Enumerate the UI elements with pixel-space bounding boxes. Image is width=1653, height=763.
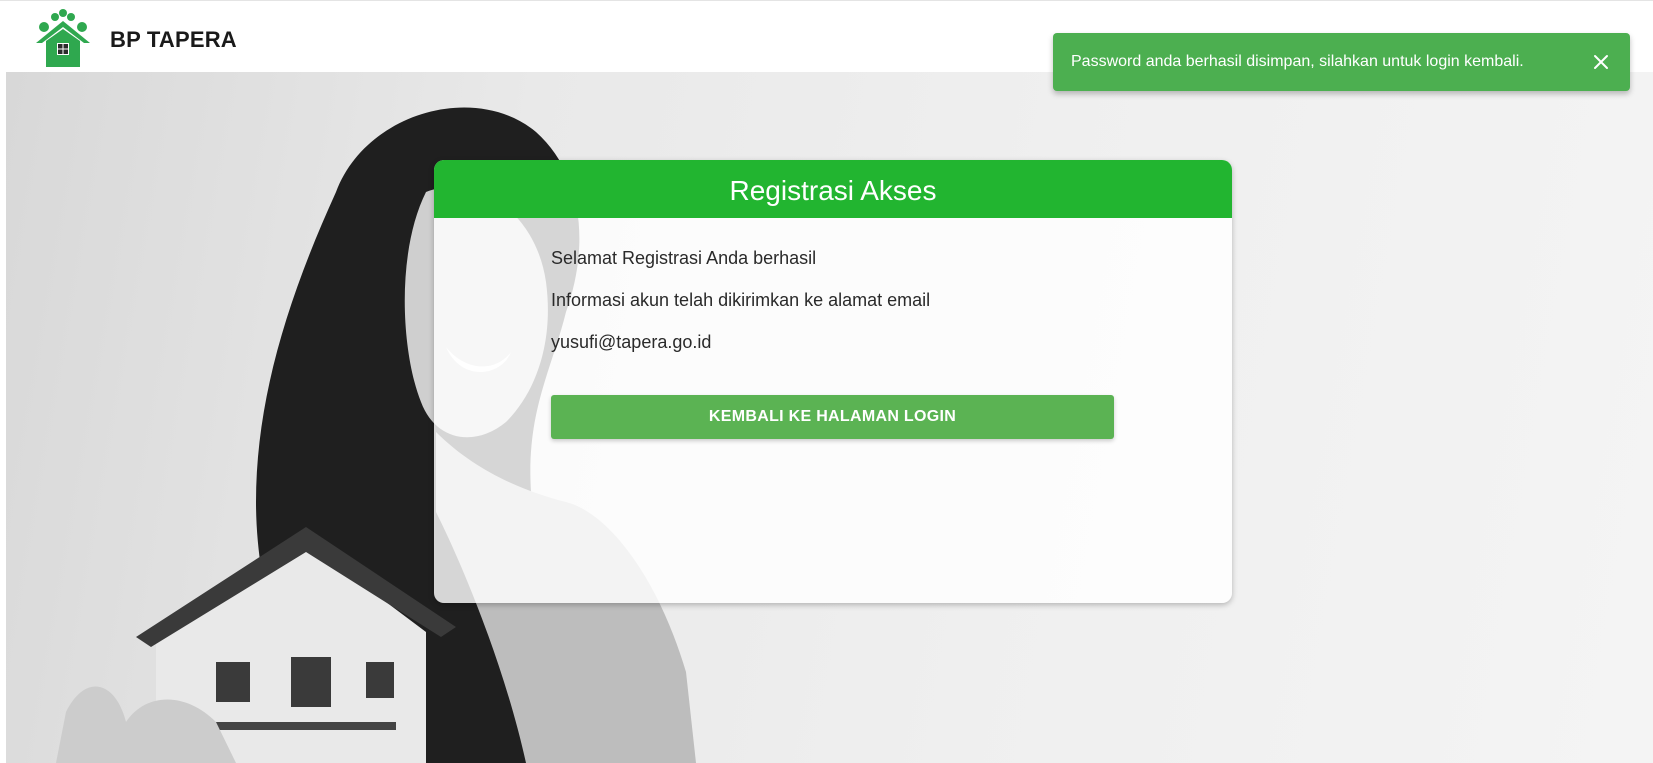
toast-message: Password anda berhasil disimpan, silahka… [1071, 53, 1524, 70]
email-address: yusufi@tapera.go.id [551, 332, 712, 352]
registration-card: Registrasi Akses Selamat Registrasi Anda… [434, 160, 1232, 603]
brand-name: BP TAPERA [110, 27, 237, 52]
success-message: Selamat Registrasi Anda berhasil [551, 248, 817, 268]
card-title: Registrasi Akses [729, 175, 937, 206]
close-icon[interactable] [1586, 47, 1616, 77]
back-to-login-button[interactable]: KEMBALI KE HALAMAN LOGIN [551, 395, 1114, 439]
bp-tapera-logo-icon [36, 9, 90, 67]
info-message: Informasi akun telah dikirimkan ke alama… [551, 290, 931, 310]
card-header: Registrasi Akses [434, 160, 1232, 218]
success-toast: Password anda berhasil disimpan, silahka… [1053, 33, 1630, 91]
